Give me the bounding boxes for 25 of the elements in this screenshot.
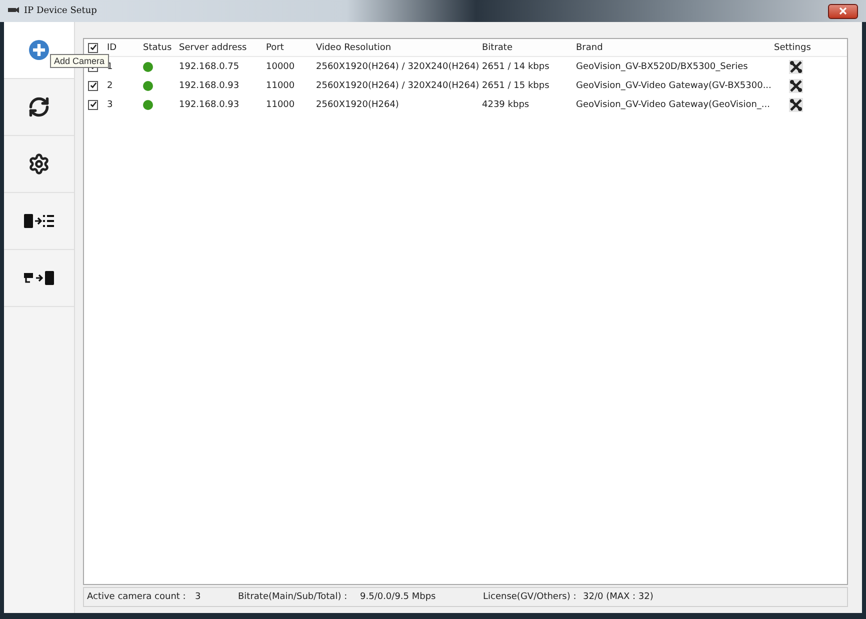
table-cell-text: 2651 / 14 kbps <box>481 62 550 72</box>
table-cell-text: GeoVision_GV-BX520D/BX5300_Series <box>575 62 749 72</box>
table-cell-text: 11000 <box>265 100 296 110</box>
table-cell-text: 10000 <box>265 62 296 72</box>
status-label: Active camera count : <box>86 592 187 602</box>
table-cell-text: 192.168.0.93 <box>178 80 240 90</box>
table-cell-text: 3 <box>106 100 114 110</box>
status-label: License(GV/Others) : <box>482 592 578 602</box>
status-value: 9.5/0.0/9.5 Mbps <box>360 592 437 602</box>
status-value: 3 <box>195 592 202 602</box>
table-cell-text: 2651 / 15 kbps <box>481 80 550 90</box>
table-cell-text: 2560X1920(H264) / 320X240(H264) <box>315 62 479 72</box>
table-cell-text: GeoVision_GV-Video Gateway(GeoVision_... <box>575 100 771 110</box>
window-title: IP Device Setup <box>24 6 98 16</box>
table-cell-text: 192.168.0.93 <box>178 100 240 110</box>
table-cell-text: 4239 kbps <box>481 100 530 110</box>
table-cell-text: GeoVision_GV-Video Gateway(GV-BX5300... <box>575 80 771 90</box>
table-cell-text: 2560X1920(H264) <box>315 100 400 110</box>
table-cell-text: 192.168.0.75 <box>178 62 240 72</box>
table-cell-text: 2 <box>106 80 114 90</box>
table-cell-text: 11000 <box>265 80 296 90</box>
status-value: 32/0 (MAX : 32) <box>583 592 654 602</box>
table-cell-text: 2560X1920(H264) / 320X240(H264) <box>315 80 479 90</box>
tooltip: Add Camera <box>50 54 109 68</box>
status-label: Bitrate(Main/Sub/Total) : <box>237 592 348 602</box>
